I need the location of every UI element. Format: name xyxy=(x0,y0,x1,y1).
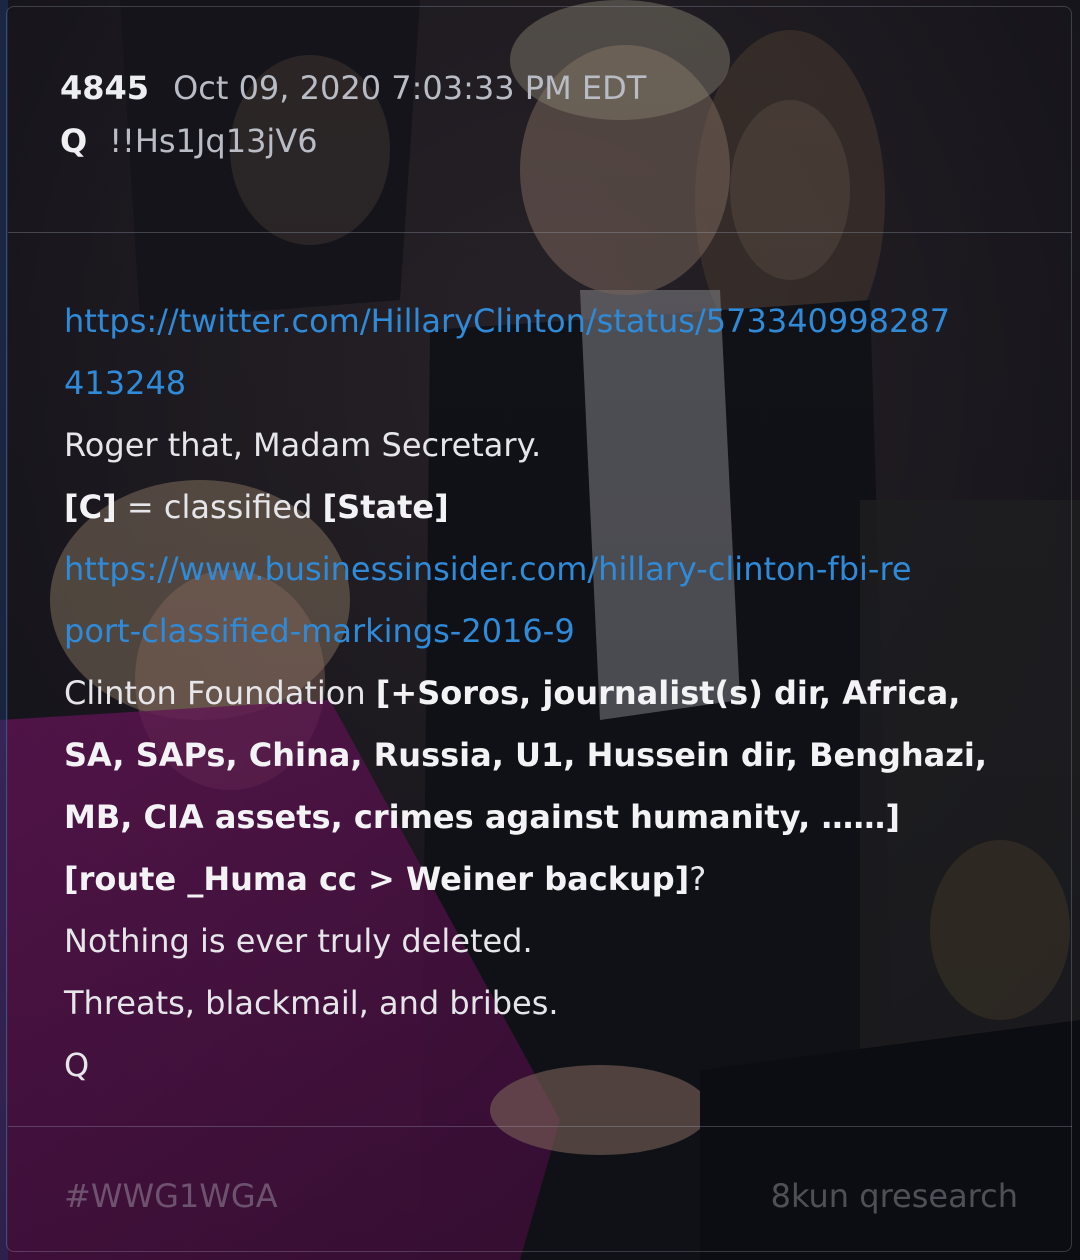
hashtag: #WWG1WGA xyxy=(64,1177,278,1215)
post-author-row: Q !!Hs1Jq13jV6 xyxy=(60,114,1020,168)
twitter-link-continued[interactable]: 413248 xyxy=(64,364,186,402)
classified-tag: [C] xyxy=(64,488,117,526)
route-text: [route _Huma cc > Weiner backup] xyxy=(64,860,690,898)
foundation-list: [+Soros, journalist(s) dir, Africa, xyxy=(375,674,961,712)
link-twitter-line1[interactable]: https://twitter.com/HillaryClinton/statu… xyxy=(64,290,1024,352)
body-text-line: Roger that, Madam Secretary. xyxy=(64,414,1024,476)
body-text-line: Threats, blackmail, and bribes. xyxy=(64,972,1024,1034)
body-text-line: SA, SAPs, China, Russia, U1, Hussein dir… xyxy=(64,724,1024,786)
foundation-list: MB, CIA assets, crimes against humanity,… xyxy=(64,798,900,836)
post-body: https://twitter.com/HillaryClinton/statu… xyxy=(64,290,1024,1096)
body-text-line: [C] = classified [State] xyxy=(64,476,1024,538)
body-text-line: Nothing is ever truly deleted. xyxy=(64,910,1024,972)
post-number: 4845 xyxy=(60,69,150,107)
businessinsider-link-continued[interactable]: port-classified-markings-2016-9 xyxy=(64,612,575,650)
link-twitter-line2[interactable]: 413248 xyxy=(64,352,1024,414)
post-date: Oct 09, 2020 7:03:33 PM EDT xyxy=(173,69,647,107)
q-drop-card: 4845 Oct 09, 2020 7:03:33 PM EDT Q !!Hs1… xyxy=(0,0,1080,1260)
state-tag: [State] xyxy=(322,488,449,526)
route-question: ? xyxy=(689,860,707,898)
body-text-line: [route _Huma cc > Weiner backup]? xyxy=(64,848,1024,910)
link-bi-line2[interactable]: port-classified-markings-2016-9 xyxy=(64,600,1024,662)
twitter-link[interactable]: https://twitter.com/HillaryClinton/statu… xyxy=(64,302,950,340)
post-header: 4845 Oct 09, 2020 7:03:33 PM EDT Q !!Hs1… xyxy=(60,62,1020,168)
roger-text: Roger that, Madam Secretary. xyxy=(64,426,542,464)
body-text-line: Q xyxy=(64,1034,1024,1096)
post-tripcode: !!Hs1Jq13jV6 xyxy=(109,122,318,160)
businessinsider-link[interactable]: https://www.businessinsider.com/hillary-… xyxy=(64,550,912,588)
threats-text: Threats, blackmail, and bribes. xyxy=(64,984,559,1022)
link-bi-line1[interactable]: https://www.businessinsider.com/hillary-… xyxy=(64,538,1024,600)
source-label: 8kun qresearch xyxy=(770,1177,1018,1215)
footer-divider xyxy=(8,1126,1072,1127)
body-text-line: MB, CIA assets, crimes against humanity,… xyxy=(64,786,1024,848)
post-meta-row: 4845 Oct 09, 2020 7:03:33 PM EDT xyxy=(60,62,1020,114)
signature: Q xyxy=(64,1046,90,1084)
post-footer: #WWG1WGA 8kun qresearch xyxy=(64,1170,1018,1222)
post-author: Q xyxy=(60,122,88,160)
classified-text: = classified xyxy=(116,488,323,526)
foundation-list: SA, SAPs, China, Russia, U1, Hussein dir… xyxy=(64,736,987,774)
header-divider xyxy=(8,232,1072,233)
deleted-text: Nothing is ever truly deleted. xyxy=(64,922,533,960)
foundation-text: Clinton Foundation xyxy=(64,674,376,712)
body-text-line: Clinton Foundation [+Soros, journalist(s… xyxy=(64,662,1024,724)
